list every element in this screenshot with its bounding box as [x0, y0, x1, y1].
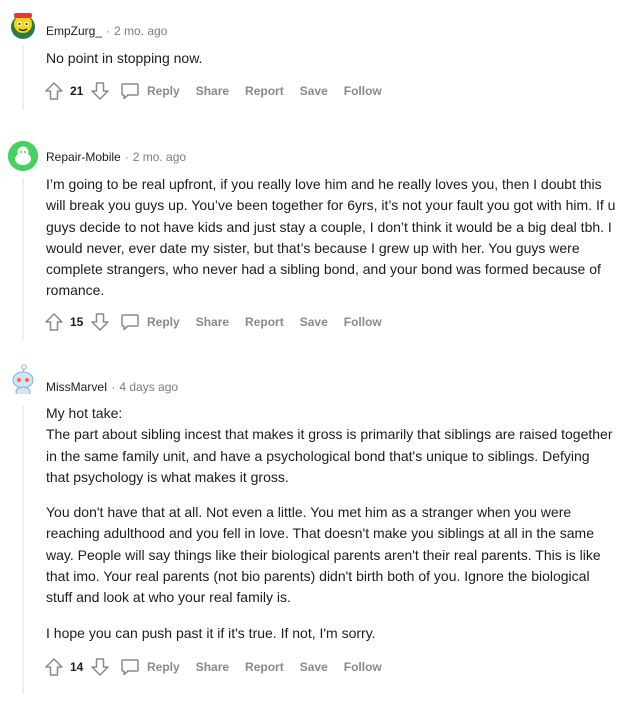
share-button[interactable]: Share [196, 84, 229, 98]
comment-meta: MissMarveI · 4 days ago [46, 379, 178, 395]
comment-paragraph: No point in stopping now. [46, 50, 203, 66]
follow-button[interactable]: Follow [344, 315, 382, 329]
comment-body: My hot take: The part about sibling ince… [46, 403, 616, 644]
upvote-icon[interactable] [44, 657, 64, 677]
comment-paragraph: You don't have that at all. Not even a l… [46, 504, 601, 606]
timestamp[interactable]: 4 days ago [119, 380, 178, 394]
comment-paragraph: My hot take: [46, 405, 123, 421]
reply-label: Reply [147, 315, 180, 329]
thread-line[interactable] [22, 46, 24, 110]
report-button[interactable]: Report [245, 660, 284, 674]
comment-bubble-icon [121, 659, 139, 676]
avatar-image [12, 364, 34, 394]
vote-score: 15 [70, 315, 84, 329]
downvote-icon[interactable] [90, 312, 110, 332]
downvote-icon[interactable] [90, 81, 110, 101]
vote-score: 14 [70, 660, 84, 674]
comment-paragraph: I hope you can push past it if it's true… [46, 624, 376, 641]
comment: Repair-Mobile · 2 mo. ago I’m going to be … [0, 130, 633, 350]
comment-meta: EmpZurg_ · 2 mo. ago [46, 23, 167, 39]
avatar[interactable] [8, 10, 38, 40]
author-name[interactable]: MissMarveI [46, 380, 107, 394]
thread-line[interactable] [22, 178, 24, 340]
avatar[interactable] [8, 141, 38, 171]
report-button[interactable]: Report [245, 84, 284, 98]
save-button[interactable]: Save [300, 84, 328, 98]
reply-button[interactable]: Reply [120, 657, 180, 677]
separator: · [111, 380, 116, 394]
reply-button[interactable]: Reply [120, 312, 180, 332]
save-button[interactable]: Save [300, 660, 328, 674]
follow-button[interactable]: Follow [344, 84, 382, 98]
comment-paragraph: The part about sibling incest that makes… [46, 426, 613, 485]
report-button[interactable]: Report [245, 315, 284, 329]
comment-meta: Repair-Mobile · 2 mo. ago [46, 149, 186, 165]
separator: · [106, 24, 111, 38]
reply-label: Reply [147, 660, 180, 674]
timestamp[interactable]: 2 mo. ago [133, 150, 186, 164]
author-name[interactable]: EmpZurg_ [46, 24, 102, 38]
comment-body: I’m going to be real upfront, if you rea… [46, 174, 616, 302]
upvote-icon[interactable] [44, 312, 64, 332]
avatar[interactable] [8, 364, 38, 394]
save-button[interactable]: Save [300, 315, 328, 329]
timestamp[interactable]: 2 mo. ago [114, 24, 167, 38]
share-button[interactable]: Share [196, 660, 229, 674]
comment-bubble-icon [121, 314, 139, 331]
reply-label: Reply [147, 84, 180, 98]
separator: · [124, 150, 129, 164]
comment-paragraph: I’m going to be real upfront, if you rea… [46, 176, 616, 299]
avatar-image [8, 141, 38, 171]
comment-actions: 14 Reply Share Report Save Follow [44, 657, 382, 677]
avatar-image [11, 13, 35, 39]
comment-actions: 15 Reply Share Report Save Follow [44, 312, 382, 332]
follow-button[interactable]: Follow [344, 660, 382, 674]
comment-bubble-icon [121, 83, 139, 100]
reply-button[interactable]: Reply [120, 81, 180, 101]
share-button[interactable]: Share [196, 315, 229, 329]
upvote-icon[interactable] [44, 81, 64, 101]
downvote-icon[interactable] [90, 657, 110, 677]
comment: MissMarveI · 4 days ago My hot take: The p… [0, 360, 633, 704]
author-name[interactable]: Repair-Mobile [46, 150, 121, 164]
comment-body: No point in stopping now. [46, 48, 616, 69]
comment-actions: 21 Reply Share Report Save Follow [44, 81, 382, 101]
vote-score: 21 [70, 84, 84, 98]
comment: EmpZurg_ · 2 mo. ago No point in stopping … [0, 0, 633, 120]
thread-line[interactable] [22, 406, 24, 694]
